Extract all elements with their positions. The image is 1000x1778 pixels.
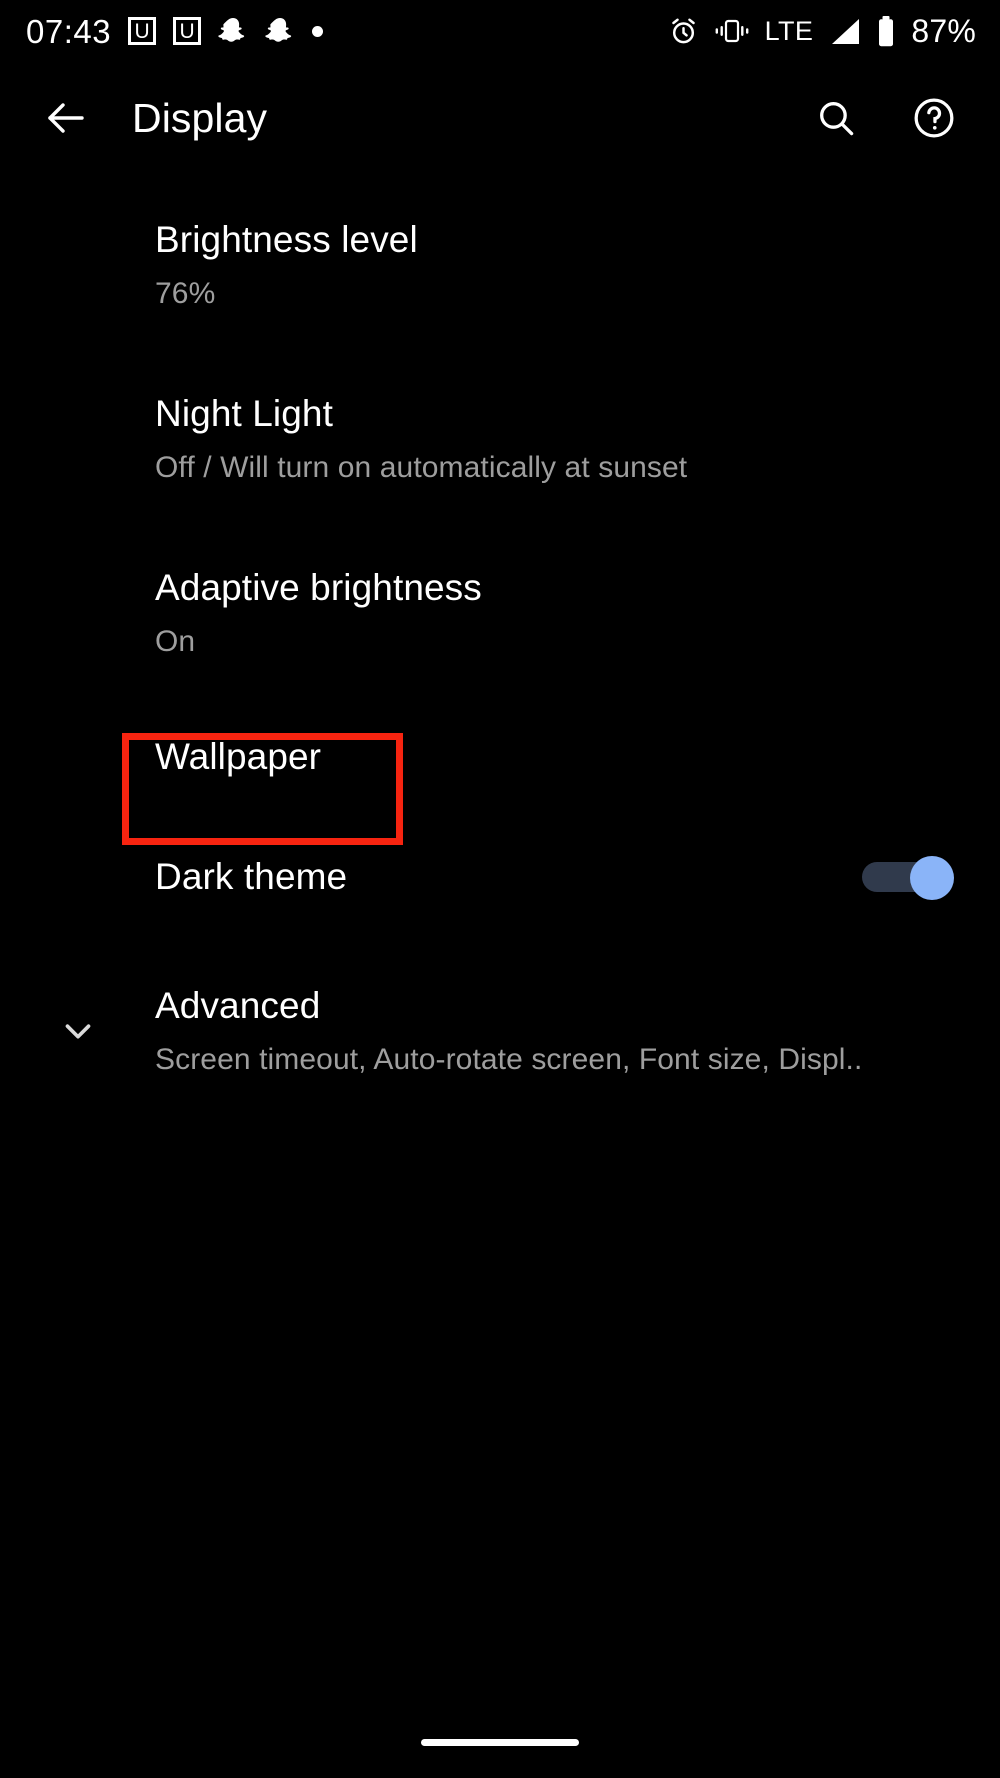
battery-percent-label: 87% [911, 12, 976, 49]
row-title: Brightness level [155, 219, 418, 261]
row-leading-slot [0, 708, 155, 806]
chevron-down-icon [55, 1008, 101, 1054]
row-text-block: Night Light Off / Will turn on automatic… [155, 392, 960, 486]
status-bar: 07:43 U U LTE 87% [0, 0, 1000, 62]
settings-list: Brightness level 76% Night Light Off / W… [0, 174, 1000, 1090]
back-arrow-icon [42, 94, 90, 142]
row-text-block: Brightness level 76% [155, 218, 960, 312]
settings-row-adaptive-brightness[interactable]: Adaptive brightness On [0, 554, 1000, 672]
app-bar-actions [808, 90, 962, 146]
row-subtitle: Screen timeout, Auto-rotate screen, Font… [155, 1042, 863, 1076]
row-leading-slot [0, 206, 155, 324]
row-title: Adaptive brightness [155, 567, 482, 609]
status-bar-left: 07:43 U U [26, 12, 324, 50]
row-title: Night Light [155, 393, 333, 435]
help-circle-icon [911, 95, 957, 141]
dot-notification-icon [312, 25, 324, 37]
app-bar: Display [0, 62, 1000, 174]
row-title: Advanced [155, 985, 321, 1027]
row-leading-slot [0, 554, 155, 672]
snapchat-icon [218, 16, 248, 46]
vibrate-icon [715, 18, 749, 44]
alarm-icon [668, 16, 699, 47]
settings-row-advanced[interactable]: Advanced Screen timeout, Auto-rotate scr… [0, 972, 1000, 1090]
back-button[interactable] [30, 82, 102, 154]
help-button[interactable] [906, 90, 962, 146]
row-title: Dark theme [155, 856, 348, 898]
row-text-block: Dark theme [155, 855, 862, 899]
u-badge-icon: U [173, 17, 202, 45]
dark-theme-toggle[interactable] [862, 856, 954, 900]
settings-row-wallpaper[interactable]: Wallpaper [0, 708, 1000, 806]
u-badge-icon: U [128, 17, 157, 45]
status-clock: 07:43 [26, 12, 112, 50]
status-bar-right: LTE 87% [668, 13, 976, 50]
row-text-block: Advanced Screen timeout, Auto-rotate scr… [155, 984, 960, 1078]
row-leading-slot [0, 380, 155, 498]
snapchat-icon [265, 16, 295, 46]
row-text-block: Wallpaper [155, 735, 960, 779]
row-title: Wallpaper [155, 736, 322, 778]
settings-row-dark-theme[interactable]: Dark theme [0, 828, 1000, 926]
search-icon [814, 96, 858, 140]
network-type-label: LTE [764, 15, 814, 46]
expand-chevron-slot[interactable] [0, 972, 155, 1090]
settings-row-night-light[interactable]: Night Light Off / Will turn on automatic… [0, 380, 1000, 498]
page-title: Display [132, 94, 268, 141]
row-leading-slot [0, 828, 155, 926]
settings-row-brightness-level[interactable]: Brightness level 76% [0, 206, 1000, 324]
signal-icon [829, 17, 861, 46]
home-indicator[interactable] [421, 1738, 579, 1746]
battery-icon [877, 15, 895, 47]
search-button[interactable] [808, 90, 864, 146]
toggle-thumb [910, 856, 954, 900]
row-subtitle: 76% [155, 276, 216, 310]
row-text-block: Adaptive brightness On [155, 566, 960, 660]
row-subtitle: On [155, 624, 196, 658]
system-nav-bar [0, 1706, 1000, 1778]
row-subtitle: Off / Will turn on automatically at suns… [155, 450, 688, 484]
